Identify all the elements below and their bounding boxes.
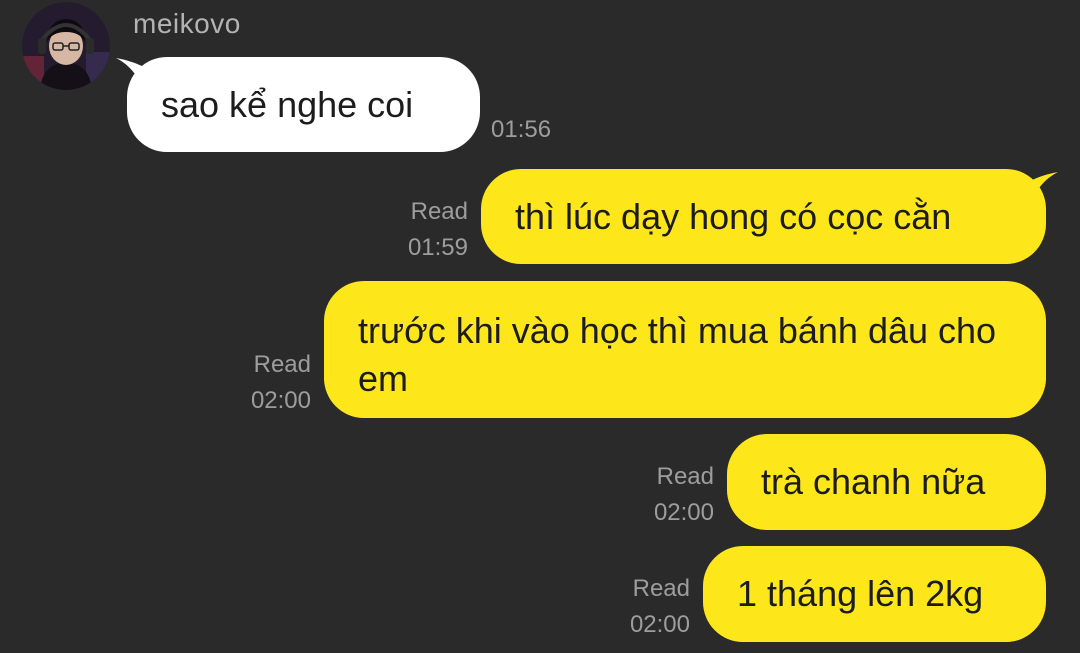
read-status: Read — [253, 351, 311, 378]
user-avatar-icon — [22, 2, 110, 90]
message-text: thì lúc dạy hong có cọc cằn — [515, 195, 952, 237]
message-bubble-outgoing[interactable]: 1 tháng lên 2kg — [703, 546, 1046, 642]
contact-avatar[interactable] — [22, 2, 110, 90]
message-meta: Read 01:59 — [408, 194, 468, 266]
message-meta: Read 02:00 — [630, 571, 690, 643]
message-text: trà chanh nữa — [761, 461, 986, 502]
message-text: sao kể nghe coi — [161, 83, 414, 125]
message-meta: Read 02:00 — [251, 347, 311, 419]
contact-name: meikovo — [133, 8, 241, 39]
read-status: Read — [656, 463, 714, 490]
message-bubble-outgoing[interactable]: trước khi vào học thì mua bánh dâu cho e… — [324, 281, 1046, 418]
message-time: 02:00 — [653, 499, 714, 526]
read-status: Read — [632, 575, 690, 602]
message-meta: Read 02:00 — [654, 459, 714, 531]
message-bubble-outgoing[interactable]: thì lúc dạy hong có cọc cằn — [481, 169, 1046, 264]
message-text: trước khi vào học thì mua bánh dâu cho e… — [358, 310, 997, 399]
message-bubble-incoming[interactable]: sao kể nghe coi — [127, 57, 480, 152]
message-time: 01:59 — [407, 234, 468, 261]
message-time: 02:00 — [250, 387, 311, 414]
message-bubble-outgoing[interactable]: trà chanh nữa — [727, 434, 1046, 530]
read-status: Read — [410, 198, 468, 225]
message-time: 02:00 — [629, 611, 690, 638]
message-text: 1 tháng lên 2kg — [737, 573, 984, 614]
message-time: 01:56 — [491, 116, 552, 143]
